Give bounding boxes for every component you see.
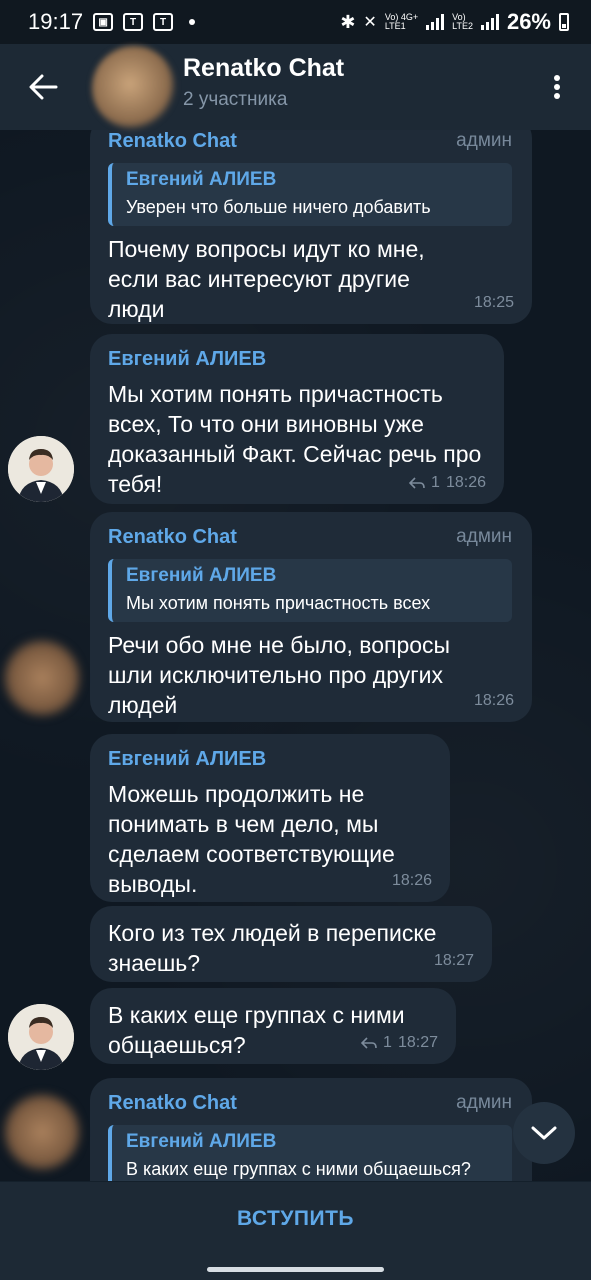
- chat-subtitle: 2 участника: [183, 89, 288, 110]
- reply-count[interactable]: 1: [383, 1034, 392, 1052]
- message-time: 18:26: [391, 872, 432, 889]
- network-2-label: Vo) LTE2: [452, 12, 473, 31]
- chat-avatar[interactable]: [92, 46, 176, 130]
- message-text: Кого из тех людей в переписке знаешь?: [108, 920, 437, 976]
- admin-avatar[interactable]: [2, 638, 82, 718]
- more-menu-button[interactable]: [545, 69, 569, 105]
- status-time: 19:17: [28, 9, 84, 34]
- back-button[interactable]: [0, 44, 86, 130]
- chevron-down-icon: [531, 1126, 557, 1140]
- user-avatar[interactable]: [8, 1004, 74, 1070]
- chat-title-block[interactable]: Renatko Chat 2 участника: [183, 54, 344, 111]
- reply-sender: Евгений АЛИЕВ: [126, 1131, 277, 1152]
- message-bubble[interactable]: Renatko Chat админ Евгений АЛИЕВ В каких …: [90, 1078, 532, 1181]
- reply-arrow-icon: [361, 1037, 377, 1049]
- telegram-notification-icon: T: [123, 13, 144, 31]
- chat-title: Renatko Chat: [183, 54, 345, 82]
- message-text: Почему вопросы идут ко мне, если вас инт…: [108, 236, 425, 322]
- reply-text: Уверен что больше ничего добавить: [126, 197, 431, 217]
- battery-percent: 26%: [506, 9, 551, 34]
- more-notifications-icon: [189, 19, 196, 25]
- reply-count[interactable]: 1: [431, 474, 440, 492]
- admin-badge: админ: [456, 526, 512, 547]
- home-indicator[interactable]: [207, 1267, 384, 1272]
- battery-icon: [559, 13, 569, 31]
- reply-quote[interactable]: Евгений АЛИЕВ Уверен что больше ничего д…: [108, 163, 512, 226]
- telegram-notification-icon-2: T: [153, 13, 174, 31]
- admin-avatar[interactable]: [2, 1092, 82, 1172]
- arrow-left-icon: [29, 74, 58, 100]
- message-bubble[interactable]: Евгений АЛИЕВ Можешь продолжить не поним…: [90, 734, 450, 902]
- message-time: 18:27: [397, 1034, 438, 1051]
- message-list[interactable]: Renatko Chat админ Евгений АЛИЕВ Уверен ч…: [0, 130, 591, 1181]
- join-bar: ВСТУПИТЬ: [0, 1181, 591, 1280]
- message-bubble[interactable]: Евгений АЛИЕВ Мы хотим понять причастнос…: [90, 334, 504, 504]
- status-bar: 19:17 ▣ T T ✱ ✕ Vo) 4G+ LTE1 Vo) LTE2 26…: [0, 0, 591, 44]
- message-time: 18:26: [473, 692, 514, 709]
- message-sender[interactable]: Renatko Chat: [108, 526, 237, 549]
- message-bubble[interactable]: Renatko Chat админ Евгений АЛИЕВ Уверен ч…: [90, 130, 532, 324]
- reply-quote[interactable]: Евгений АЛИЕВ Мы хотим понять причастнос…: [108, 559, 512, 622]
- chat-header: Renatko Chat 2 участника: [0, 44, 591, 130]
- message-text: Можешь продолжить не понимать в чем дело…: [108, 781, 395, 897]
- admin-badge: админ: [456, 130, 512, 151]
- reply-quote[interactable]: Евгений АЛИЕВ В каких еще группах с ними…: [108, 1125, 512, 1181]
- reply-arrow-icon: [409, 477, 425, 489]
- message-time: 18:25: [473, 294, 514, 311]
- scroll-down-button[interactable]: [513, 1102, 575, 1164]
- more-vertical-icon: [554, 75, 560, 81]
- message-bubble[interactable]: Кого из тех людей в переписке знаешь? 18…: [90, 906, 492, 982]
- admin-badge: админ: [456, 1092, 512, 1113]
- message-time: 18:27: [433, 952, 474, 969]
- join-button[interactable]: ВСТУПИТЬ: [0, 1182, 591, 1256]
- user-avatar[interactable]: [8, 436, 74, 502]
- message-time: 18:26: [445, 474, 486, 491]
- message-sender[interactable]: Renatko Chat: [108, 130, 237, 153]
- mute-icon: ✕: [363, 14, 377, 31]
- message-sender[interactable]: Renatko Chat: [108, 1092, 237, 1115]
- signal-1-icon: [426, 14, 445, 30]
- message-text: Речи обо мне не было, вопросы шли исключ…: [108, 632, 451, 718]
- reply-sender: Евгений АЛИЕВ: [126, 565, 277, 586]
- reply-sender: Евгений АЛИЕВ: [126, 169, 277, 190]
- message-bubble[interactable]: Renatko Chat админ Евгений АЛИЕВ Мы хотим…: [90, 512, 532, 722]
- message-sender[interactable]: Евгений АЛИЕВ: [108, 748, 266, 771]
- bluetooth-icon: ✱: [340, 11, 356, 32]
- signal-2-icon: [480, 14, 499, 30]
- message-sender[interactable]: Евгений АЛИЕВ: [108, 348, 266, 371]
- gallery-icon: ▣: [93, 13, 114, 31]
- message-bubble[interactable]: В каких еще группах с ними общаешься? 1 …: [90, 988, 456, 1064]
- reply-text: В каких еще группах с ними общаешься?: [126, 1159, 471, 1179]
- reply-text: Мы хотим понять причастность всех: [126, 593, 431, 613]
- network-1-label: Vo) 4G+ LTE1: [384, 12, 419, 31]
